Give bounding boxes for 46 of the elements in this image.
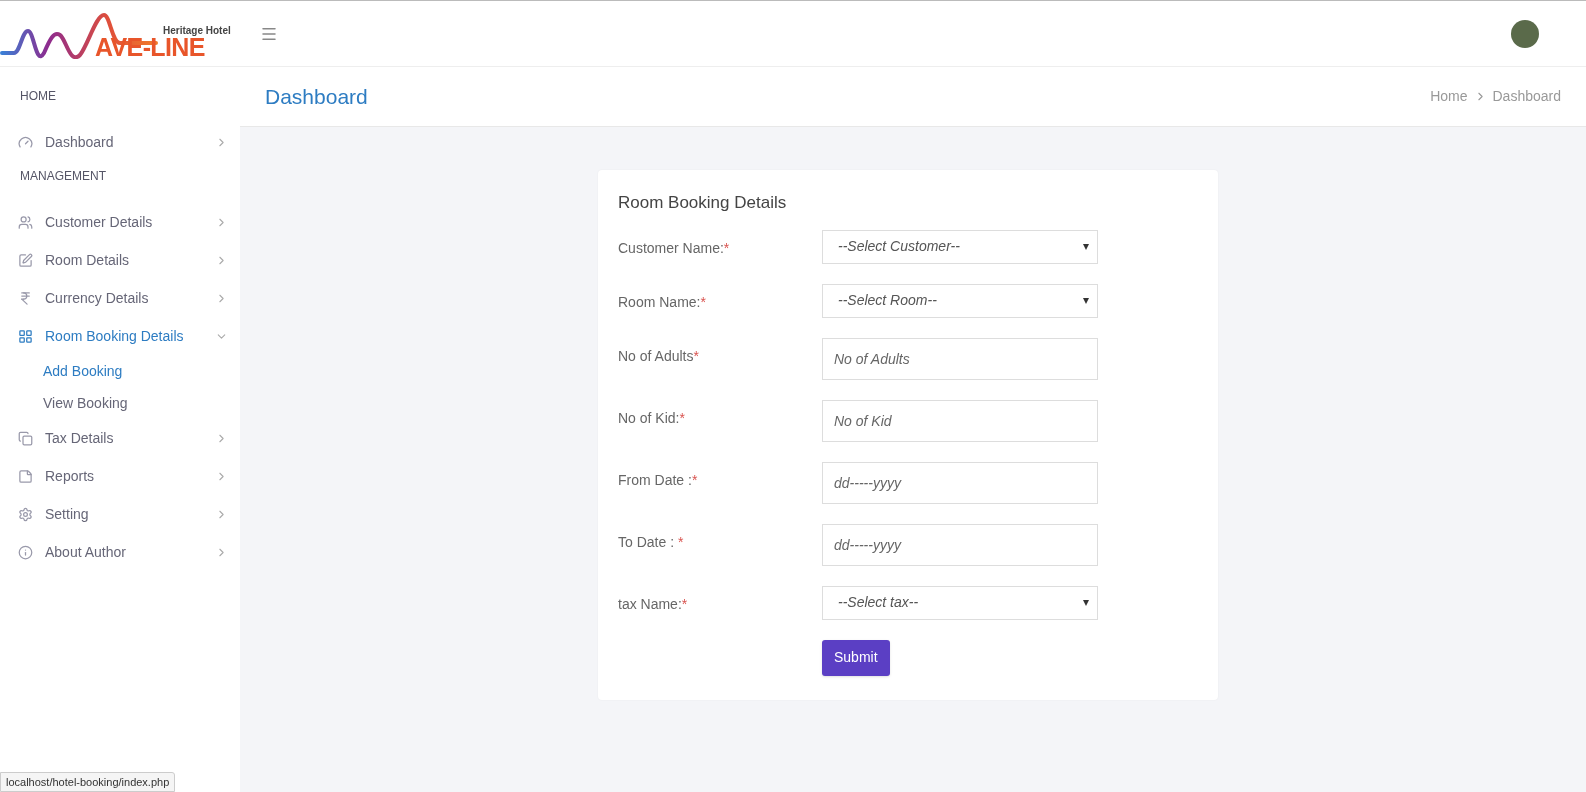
dropdown-caret-icon — [1083, 297, 1089, 304]
menu-item[interactable]: Reports — [45, 465, 215, 487]
rupee-icon — [18, 290, 33, 306]
submenu-item[interactable]: View Booking — [0, 387, 230, 419]
edit-icon — [18, 252, 33, 268]
field-label: tax Name:* — [618, 594, 689, 614]
field-label: Customer Name:* — [618, 238, 731, 258]
logo-tagline: Heritage Hotel — [163, 23, 231, 38]
menu-item[interactable]: Dashboard — [45, 131, 215, 153]
breadcrumb-item: Dashboard — [1492, 87, 1561, 106]
submenu-item[interactable]: Add Booking — [0, 355, 230, 387]
settings-icon — [18, 506, 33, 522]
field-label: Room Name:* — [618, 292, 707, 312]
menu-item[interactable]: Currency Details — [45, 287, 215, 309]
field-label: No of Kid:* — [618, 408, 686, 428]
dropdown-caret-icon — [1083, 243, 1089, 250]
menu-item[interactable]: Setting — [45, 503, 215, 525]
menu-item[interactable]: Room Details — [45, 249, 215, 271]
page-title: Dashboard — [265, 83, 369, 110]
select-field[interactable]: --Select Room-- — [822, 283, 1098, 318]
section-heading: HOME — [19, 88, 57, 105]
field-label: From Date :* — [618, 470, 699, 490]
avatar[interactable] — [1511, 19, 1539, 48]
dropdown-caret-icon — [1083, 599, 1089, 606]
input-field[interactable]: dd-----yyyy — [822, 461, 1098, 504]
info-icon — [18, 544, 33, 560]
menu-item[interactable]: Customer Details — [45, 211, 215, 233]
menu-item[interactable]: About Author — [45, 541, 215, 563]
note-icon — [18, 468, 33, 484]
input-field[interactable]: No of Kid — [822, 399, 1098, 442]
input-field[interactable]: No of Adults — [822, 337, 1098, 380]
copy-icon — [18, 430, 33, 446]
form-title: Room Booking Details — [618, 192, 788, 214]
users-icon — [18, 214, 33, 230]
status-bar-url: localhost/hotel-booking/index.php — [0, 772, 176, 792]
field-label: To Date : * — [618, 532, 685, 552]
section-heading: MANAGEMENT — [19, 168, 107, 185]
grid-icon — [18, 328, 33, 344]
menu-item[interactable]: Tax Details — [45, 427, 215, 449]
select-field[interactable]: --Select tax-- — [822, 585, 1098, 620]
field-label: No of Adults* — [618, 346, 700, 366]
dashboard-icon — [18, 134, 33, 150]
submit-button[interactable]: Submit — [822, 639, 890, 676]
input-field[interactable]: dd-----yyyy — [822, 523, 1098, 566]
select-field[interactable]: --Select Customer-- — [822, 229, 1098, 264]
menu-item[interactable]: Room Booking Details — [45, 325, 215, 347]
